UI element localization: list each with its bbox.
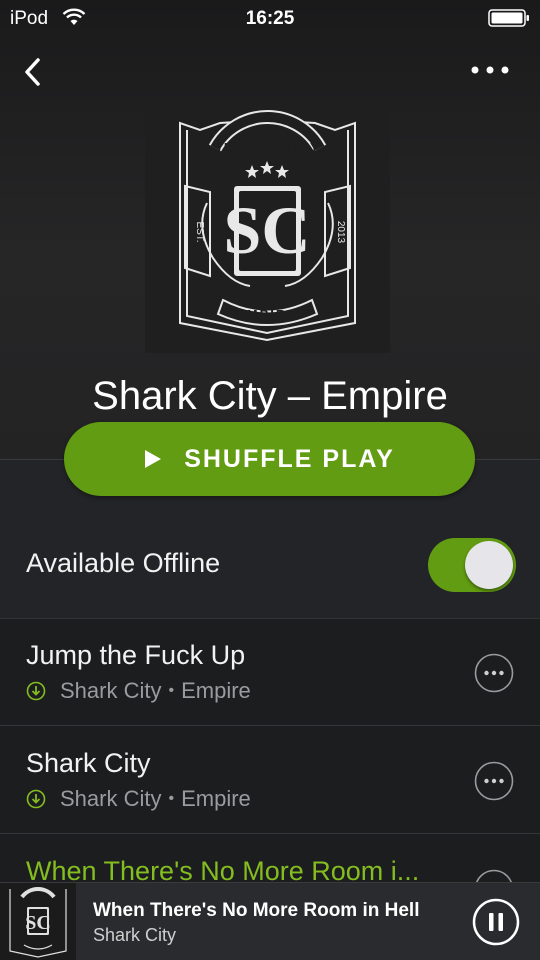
track-album: Empire xyxy=(181,786,251,811)
track-subtitle: Shark City • Empire xyxy=(26,678,251,704)
available-offline-label: Available Offline xyxy=(26,548,221,578)
back-button[interactable] xyxy=(16,52,50,92)
track-more-options-button[interactable] xyxy=(474,761,514,801)
now-playing-title: When There's No More Room in Hell xyxy=(93,900,420,921)
logo-arc-text: SHARK CITY xyxy=(212,140,321,155)
track-row[interactable]: Jump the Fuck Up Shark City • Empire xyxy=(0,618,540,726)
logo-right-flag-text: 2013 xyxy=(335,221,346,244)
logo-left-flag-text: EST. xyxy=(194,221,205,242)
track-subtitle: Shark City • Empire xyxy=(26,786,251,812)
track-album: Empire xyxy=(181,678,251,703)
album-screen: iPod 16:25 SC SHARK CITY EMPIRE EST. 201… xyxy=(0,0,540,960)
track-artist: Shark City xyxy=(60,678,162,703)
available-offline-row: Available Offline xyxy=(0,510,540,618)
available-offline-toggle[interactable] xyxy=(428,538,516,592)
logo-monogram: SC xyxy=(224,192,311,268)
album-title: Shark City – Empire xyxy=(92,374,448,418)
album-cover-art: SC SHARK CITY EMPIRE EST. 2013 xyxy=(145,108,390,353)
subtitle-separator: • xyxy=(168,682,175,699)
more-options-button[interactable] xyxy=(470,58,510,82)
status-bar: iPod 16:25 xyxy=(0,0,540,38)
logo-banner-text: EMPIRE xyxy=(236,307,298,322)
track-title: Jump the Fuck Up xyxy=(26,640,246,670)
downloaded-icon xyxy=(26,789,46,809)
track-more-options-button[interactable] xyxy=(474,869,514,882)
downloaded-icon xyxy=(26,681,46,701)
now-playing-bar[interactable]: SC When There's No More Room in Hell Sha… xyxy=(0,882,540,960)
now-playing-artwork: SC xyxy=(0,883,76,960)
status-time: 16:25 xyxy=(245,8,295,29)
track-title: Shark City xyxy=(26,748,151,778)
play-icon xyxy=(145,450,162,468)
track-row[interactable]: Shark City Shark City • Empire xyxy=(0,726,540,834)
shuffle-play-button[interactable]: SHUFFLE PLAY xyxy=(64,422,475,496)
pause-button[interactable] xyxy=(472,898,520,946)
track-artist: Shark City xyxy=(60,786,162,811)
subtitle-separator: • xyxy=(168,790,175,807)
track-row-now-playing[interactable]: When There's No More Room i... xyxy=(0,834,540,882)
battery-icon xyxy=(488,9,529,27)
track-more-options-button[interactable] xyxy=(474,653,514,693)
shuffle-play-label: SHUFFLE PLAY xyxy=(184,444,395,473)
toggle-knob xyxy=(465,541,513,589)
track-list-divider xyxy=(0,618,540,619)
track-title: When There's No More Room i... xyxy=(26,856,420,882)
thumb-monogram: SC xyxy=(25,912,51,934)
now-playing-artist: Shark City xyxy=(93,925,177,945)
shark-city-logo: SC SHARK CITY EMPIRE EST. 2013 xyxy=(179,110,356,342)
track-list: Jump the Fuck Up Shark City • Empire Sha… xyxy=(0,618,540,882)
